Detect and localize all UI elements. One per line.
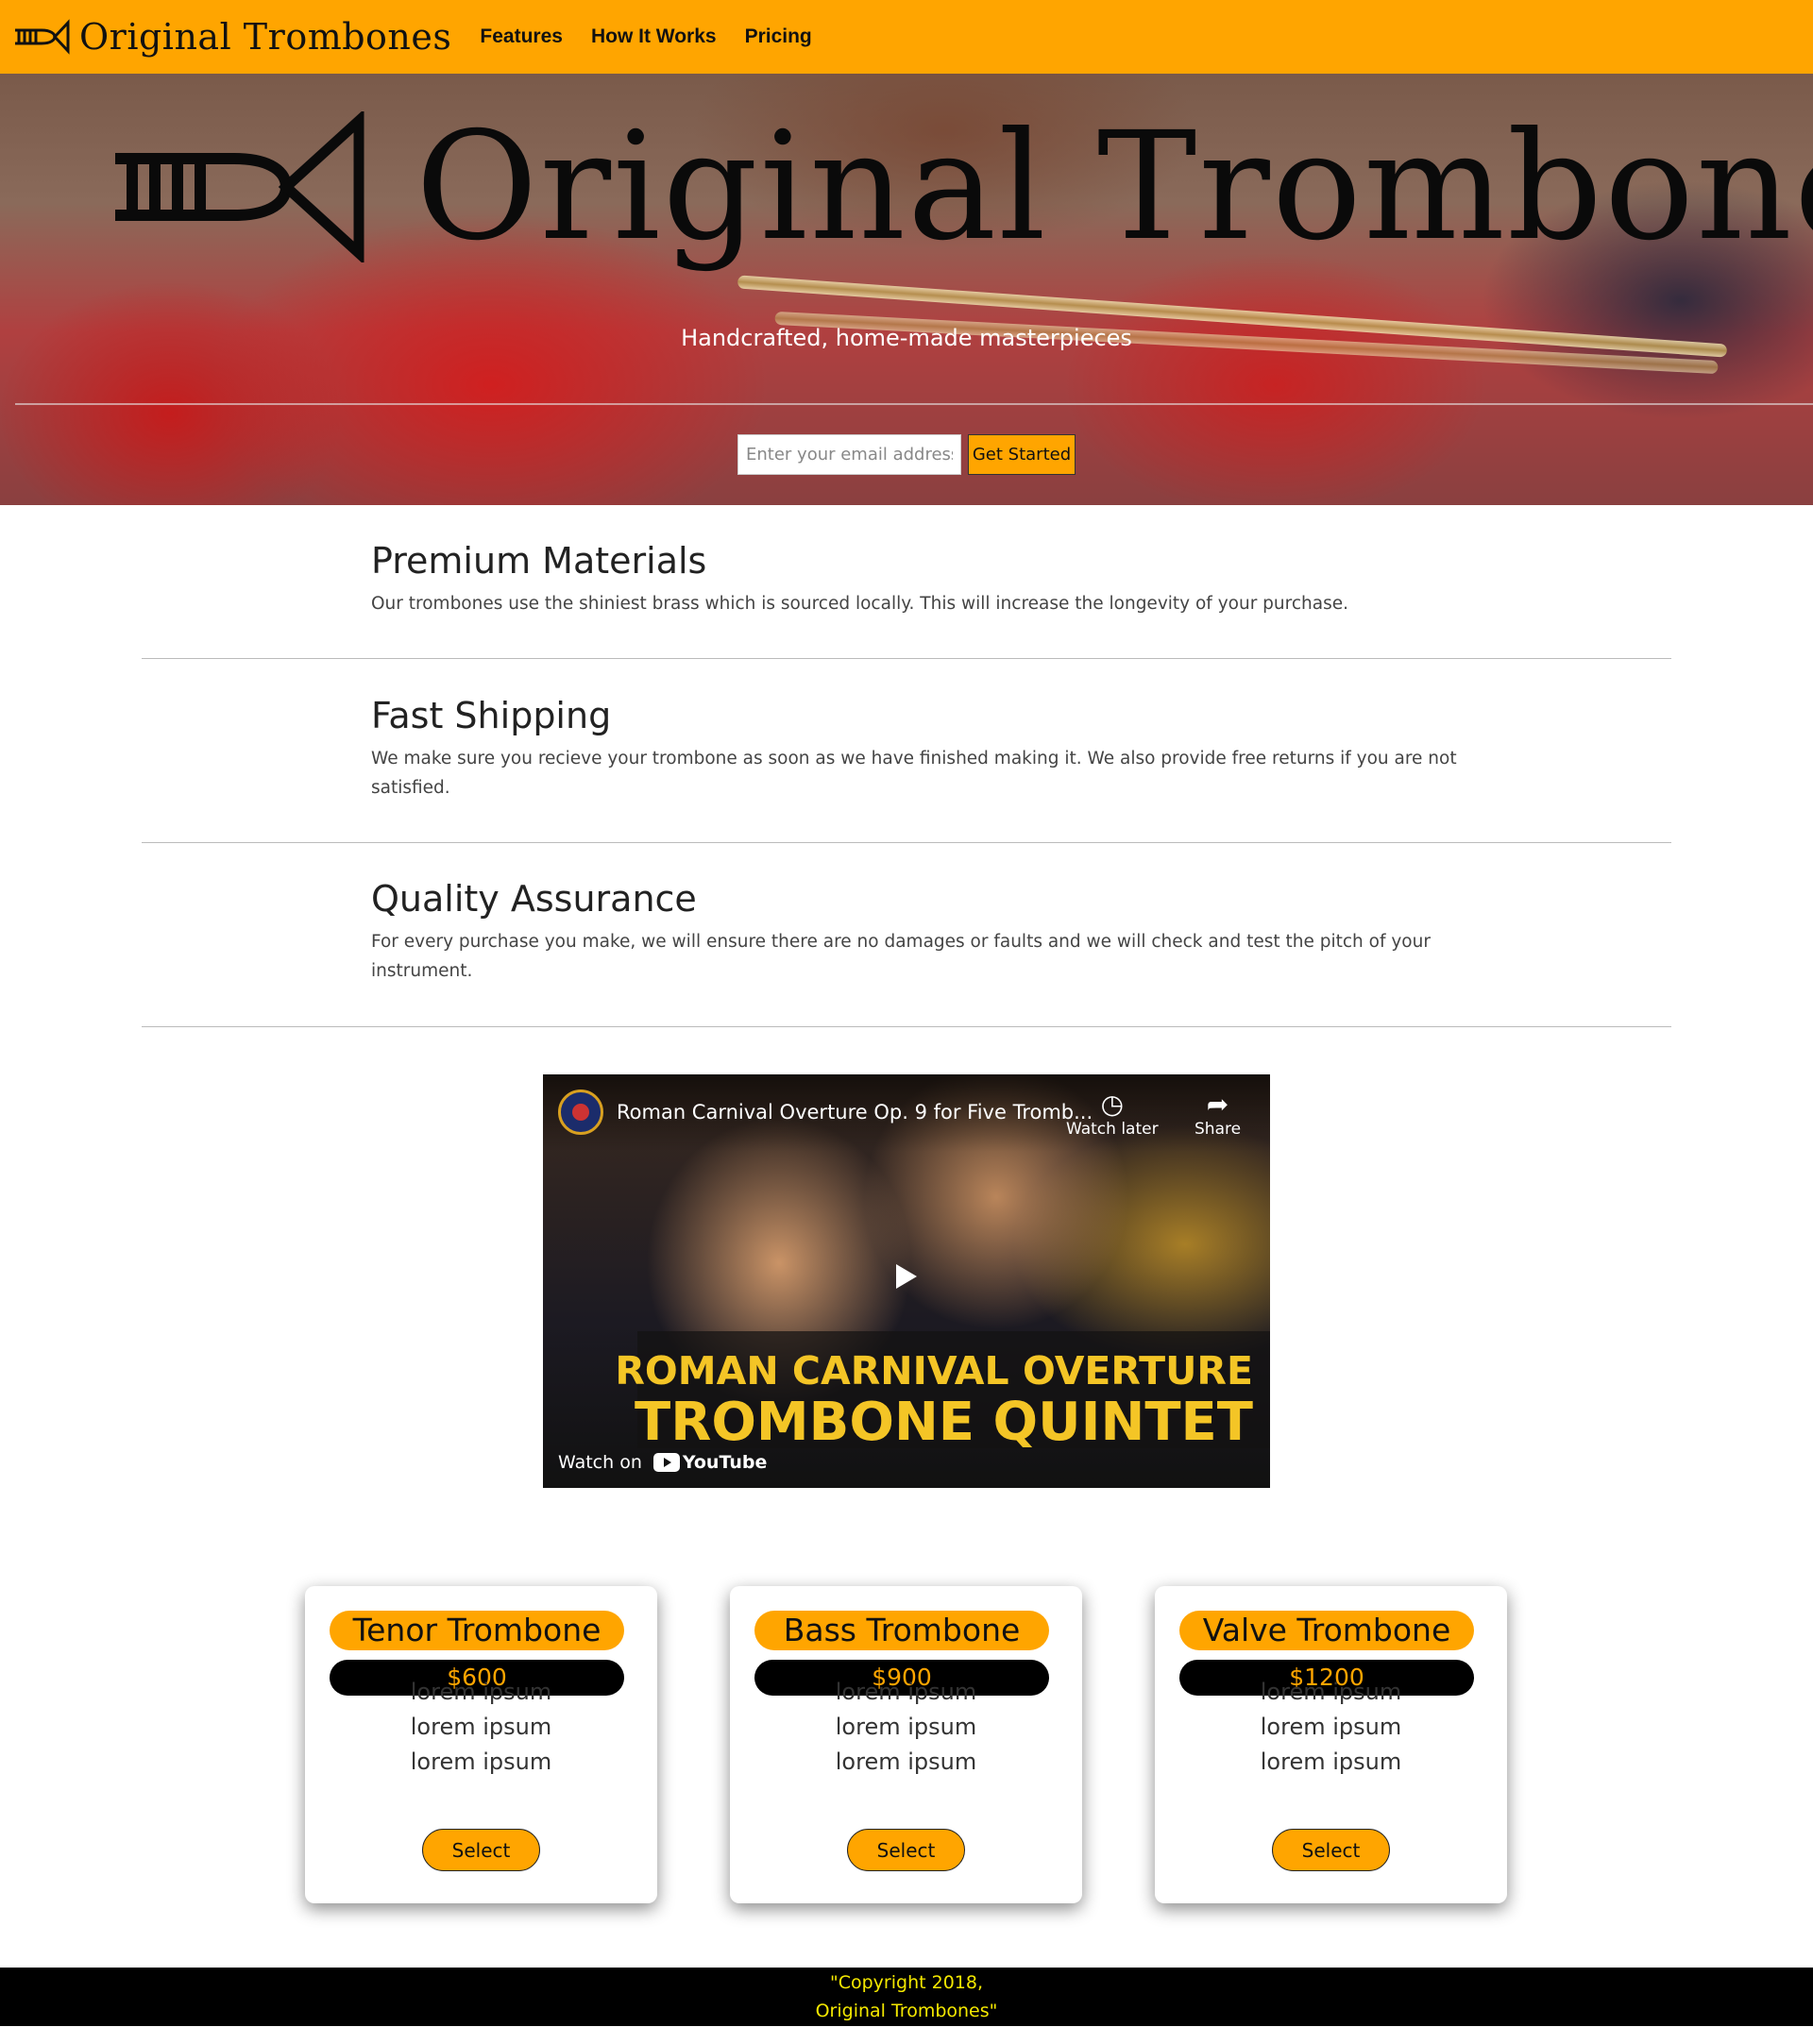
share-arrow-icon: ➦ <box>1206 1089 1229 1120</box>
hero-title: Original Trombones <box>415 100 1813 274</box>
watch-on-label: Watch on <box>558 1452 642 1473</box>
select-valve-button[interactable]: Select <box>1272 1829 1390 1871</box>
youtube-play-icon <box>652 1453 680 1472</box>
nav-links: Features How It Works Pricing <box>466 25 826 48</box>
watch-on-youtube-link[interactable]: Watch on YouTube <box>558 1452 767 1473</box>
youtube-video-embed[interactable]: Roman Carnival Overture Op. 9 for Five T… <box>543 1074 1270 1488</box>
hero-divider <box>15 403 1813 405</box>
plan-feature: lorem ipsum <box>1260 1714 1402 1740</box>
feature-text: We make sure you recieve your trombone a… <box>371 749 1457 798</box>
share-label: Share <box>1195 1120 1242 1139</box>
trombone-logo-icon <box>115 111 364 262</box>
video-title[interactable]: Roman Carnival Overture Op. 9 for Five T… <box>617 1101 1093 1123</box>
hero-section: Original Trombones Handcrafted, home-mad… <box>0 74 1813 505</box>
channel-avatar[interactable] <box>558 1090 603 1135</box>
plan-feature: lorem ipsum <box>410 1679 552 1705</box>
feature-quality-assurance: Quality Assurance For every purchase you… <box>371 878 1504 986</box>
email-input[interactable] <box>737 434 961 475</box>
footer: "Copyright 2018, Original Trombones" <box>0 1968 1813 2026</box>
hero-tagline: Handcrafted, home-made masterpieces <box>681 325 1132 351</box>
top-navbar: Original Trombones Features How It Works… <box>0 0 1813 74</box>
feature-text: For every purchase you make, we will ens… <box>371 932 1431 981</box>
pricing-card-valve: Valve Trombone $1200 lorem ipsum lorem i… <box>1155 1586 1507 1903</box>
copyright-line1: "Copyright 2018, <box>829 1972 983 1993</box>
video-banner-line1: ROMAN CARNIVAL OVERTURE <box>615 1348 1253 1394</box>
plan-feature: lorem ipsum <box>410 1748 552 1775</box>
email-signup-form: Get Started <box>737 434 1076 475</box>
section-divider <box>142 842 1671 843</box>
feature-premium-materials: Premium Materials Our trombones use the … <box>371 540 1504 618</box>
feature-title: Premium Materials <box>371 540 707 582</box>
brand[interactable]: Original Trombones <box>13 16 451 58</box>
plan-name: Valve Trombone <box>1179 1611 1474 1650</box>
trombone-logo-icon <box>15 19 70 55</box>
youtube-logo: YouTube <box>652 1452 768 1473</box>
pricing-card-bass: Bass Trombone $900 lorem ipsum lorem ips… <box>730 1586 1082 1903</box>
plan-feature: lorem ipsum <box>835 1679 977 1705</box>
section-divider <box>142 658 1671 659</box>
copyright-line2: Original Trombones" <box>815 2001 998 2021</box>
plan-feature: lorem ipsum <box>1260 1679 1402 1705</box>
play-icon <box>896 1264 917 1289</box>
play-button[interactable] <box>869 1250 944 1303</box>
nav-link-features[interactable]: Features <box>480 25 563 48</box>
select-bass-button[interactable]: Select <box>847 1829 965 1871</box>
section-divider <box>142 1026 1671 1027</box>
plan-feature: lorem ipsum <box>835 1714 977 1740</box>
video-banner-line2: TROMBONE QUINTET <box>635 1392 1253 1453</box>
get-started-button[interactable]: Get Started <box>968 434 1076 475</box>
watch-later-button[interactable]: ◷ Watch later <box>1066 1089 1159 1140</box>
plan-feature: lorem ipsum <box>410 1714 552 1740</box>
feature-fast-shipping: Fast Shipping We make sure you recieve y… <box>371 695 1504 802</box>
feature-text: Our trombones use the shiniest brass whi… <box>371 594 1348 614</box>
plan-feature: lorem ipsum <box>835 1748 977 1775</box>
share-button[interactable]: ➦ Share <box>1195 1089 1242 1140</box>
brand-name: Original Trombones <box>79 16 452 58</box>
youtube-wordmark: YouTube <box>682 1452 768 1473</box>
feature-title: Quality Assurance <box>371 878 697 920</box>
watch-later-label: Watch later <box>1066 1120 1159 1139</box>
clock-icon: ◷ <box>1100 1089 1125 1120</box>
plan-name: Tenor Trombone <box>330 1611 624 1650</box>
plan-name: Bass Trombone <box>754 1611 1049 1650</box>
feature-title: Fast Shipping <box>371 695 612 736</box>
pricing-card-tenor: Tenor Trombone $600 lorem ipsum lorem ip… <box>305 1586 657 1903</box>
nav-link-how-it-works[interactable]: How It Works <box>591 25 717 48</box>
nav-link-pricing[interactable]: Pricing <box>745 25 812 48</box>
select-tenor-button[interactable]: Select <box>422 1829 540 1871</box>
plan-feature: lorem ipsum <box>1260 1748 1402 1775</box>
